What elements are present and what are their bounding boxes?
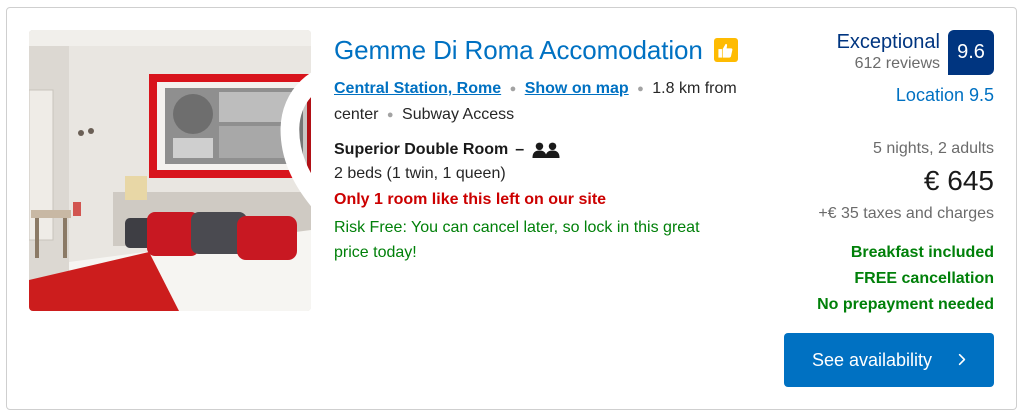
chevron-right-icon xyxy=(958,351,966,369)
stay-summary: 5 nights, 2 adults xyxy=(873,140,994,157)
title-row: Gemme Di Roma Accomodation xyxy=(334,34,738,66)
bed-config: 2 beds (1 twin, 1 queen) xyxy=(334,165,506,182)
perk-breakfast: Breakfast included xyxy=(850,244,994,261)
area-link[interactable]: Central Station, Rome xyxy=(334,80,501,97)
total-price: € 645 xyxy=(923,165,994,196)
property-card: Gemme Di Roma Accomodation Central Stati… xyxy=(6,7,1017,410)
thumbs-up-icon xyxy=(713,38,738,62)
room-dash: – xyxy=(515,141,525,158)
show-on-map-link[interactable]: Show on map xyxy=(525,80,629,97)
property-name-link[interactable]: Gemme Di Roma Accomodation xyxy=(334,35,703,66)
perk-no-prepayment: No prepayment needed xyxy=(817,296,994,313)
perk-free-cancellation: FREE cancellation xyxy=(854,270,994,287)
separator-dot: ● xyxy=(386,109,394,121)
two-adults-icon xyxy=(532,142,560,158)
room-name: Superior Double Room xyxy=(334,141,509,158)
separator-dot: ● xyxy=(637,83,644,95)
risk-free-message: Risk Free: You can cancel later, so lock… xyxy=(334,219,700,261)
transit-text: Subway Access xyxy=(402,106,515,123)
review-word: Exceptional xyxy=(836,31,940,53)
property-photo[interactable] xyxy=(29,30,311,311)
review-count: 612 reviews xyxy=(854,55,940,72)
separator-dot: ● xyxy=(509,83,517,95)
review-block[interactable]: Exceptional 612 reviews 9.6 xyxy=(837,30,994,75)
room-title: Superior Double Room – xyxy=(334,139,560,161)
review-text: Exceptional 612 reviews xyxy=(837,30,940,74)
review-score-badge: 9.6 xyxy=(948,30,994,75)
location-line: Central Station, Rome ● Show on map ● 1.… xyxy=(334,76,754,128)
see-availability-label: See availability xyxy=(811,349,933,370)
perks-list: Breakfast included FREE cancellation No … xyxy=(817,240,994,318)
location-score[interactable]: Location 9.5 xyxy=(896,85,994,106)
scarcity-message: Only 1 room like this left on our site xyxy=(334,191,607,208)
heart-icon xyxy=(280,72,311,207)
favorite-heart-button[interactable] xyxy=(266,40,311,207)
taxes-note: +€ 35 taxes and charges xyxy=(818,205,994,222)
see-availability-button[interactable]: See availability xyxy=(784,333,994,387)
